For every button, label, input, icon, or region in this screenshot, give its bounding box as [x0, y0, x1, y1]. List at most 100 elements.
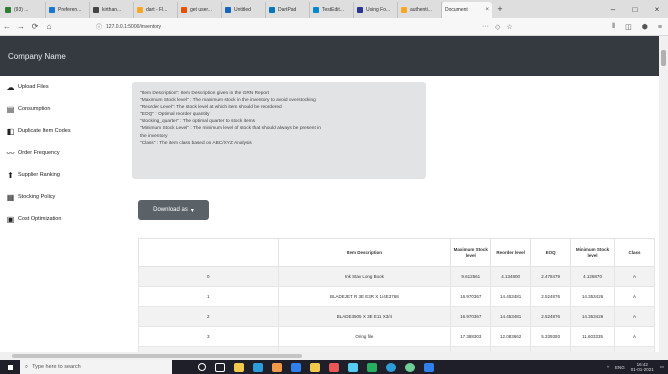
table-row: 1 BLADEJET R 3E E3R X 1/4E3768 16.970367 14…	[138, 286, 655, 307]
tab-favicon-icon	[225, 7, 231, 13]
brand-name[interactable]: Company Name	[8, 52, 66, 61]
browser-tab[interactable]: dart - Fl...	[134, 2, 178, 18]
tab-label: get user...	[190, 7, 212, 13]
browser-tab[interactable]: get user...	[178, 2, 222, 18]
column-header[interactable]: Class	[614, 238, 655, 267]
chrome-icon[interactable]	[386, 362, 396, 372]
browser-tab[interactable]: Using Fo...	[354, 2, 398, 18]
table-cell: 4.134800	[490, 266, 532, 287]
browser-tab[interactable]: kirthan...	[90, 2, 134, 18]
table-cell: 12.083662	[490, 326, 532, 347]
url-text: 127.0.0.1:5000/inventory	[106, 23, 162, 30]
info-line: "Maximum Stock level" : The maximum stoc…	[140, 98, 316, 104]
browser-tab[interactable]: (93) ...	[2, 2, 46, 18]
forward-icon[interactable]: →	[14, 22, 28, 31]
file-explorer-icon[interactable]	[234, 362, 244, 372]
cortana-icon[interactable]	[198, 363, 206, 371]
store-icon[interactable]	[253, 362, 263, 372]
spreadsheet-icon[interactable]	[367, 362, 377, 372]
table-cell: BLADE3505 X 3E E11 X3/4	[277, 306, 452, 327]
extension-icon[interactable]: ⬢	[642, 23, 648, 31]
table-row: 2 BLADE3505 X 3E E11 X3/4 16.970367 14.4534…	[138, 306, 655, 327]
column-header[interactable]: EOQ	[530, 238, 572, 267]
scrollbar-thumb[interactable]	[12, 354, 302, 358]
vertical-scrollbar[interactable]	[659, 36, 668, 360]
taskbar-search[interactable]: ⌕ Type here to search	[20, 360, 172, 374]
app-icon[interactable]	[329, 362, 339, 372]
tab-label: DartPad	[278, 7, 297, 13]
tab-close-icon[interactable]: ×	[485, 7, 489, 13]
notification-icon[interactable]: ▭	[660, 364, 664, 370]
back-icon[interactable]: ←	[0, 22, 14, 31]
vscode-icon[interactable]	[291, 362, 301, 372]
browser-tab[interactable]: Untitled	[222, 2, 266, 18]
column-header[interactable]	[138, 238, 279, 267]
tab-label: Using Fo...	[366, 7, 391, 13]
browser-icon[interactable]	[405, 362, 415, 372]
browser-tab[interactable]: DartPad	[266, 2, 310, 18]
download-as-button[interactable]: Download as ▾	[138, 200, 209, 220]
windows-taskbar: ⌕ Type here to search ^ ENG 16:42 01-01-…	[0, 360, 668, 374]
tab-label: Document	[445, 7, 468, 13]
column-header[interactable]: Maximum Stock level	[450, 238, 492, 267]
new-tab-button[interactable]: +	[492, 4, 508, 14]
minimize-button[interactable]: –	[602, 0, 624, 18]
language-indicator[interactable]: ENG	[615, 365, 625, 370]
line-chart-icon: 〰	[6, 148, 15, 158]
library-icon[interactable]: ⫴	[612, 23, 615, 31]
table-cell: 14.353426	[570, 306, 616, 327]
address-bar[interactable]: ⓘ 127.0.0.1:5000/inventory	[96, 20, 476, 33]
pocket-icon[interactable]: ◇	[495, 23, 500, 31]
sidebar-toggle-icon[interactable]: ◫	[625, 23, 632, 31]
sidebar-item-label: Upload Files	[18, 84, 49, 90]
tray-up-arrow-icon[interactable]: ^	[607, 365, 609, 370]
tab-favicon-icon	[269, 7, 275, 13]
table-cell: 14.453481	[490, 286, 532, 307]
editor-icon[interactable]	[424, 362, 434, 372]
table-cell: 11.603335	[570, 326, 616, 347]
tab-favicon-icon	[93, 7, 99, 13]
firefox-icon[interactable]	[272, 362, 282, 372]
sidebar-item-supplier-ranking[interactable]: ⬆ Supplier Ranking	[0, 164, 110, 186]
column-description-box: "Item Description": Item Description giv…	[132, 82, 426, 179]
mail-icon[interactable]	[348, 362, 358, 372]
tab-favicon-icon	[401, 7, 407, 13]
sidebar-item-cost-optimization[interactable]: ▣ Cost Optimization	[0, 208, 110, 230]
sidebar-item-order-frequency[interactable]: 〰 Order Frequency	[0, 142, 110, 164]
browser-tab-active[interactable]: Document ×	[442, 2, 492, 18]
scrollbar-thumb[interactable]	[661, 50, 666, 66]
task-view-icon[interactable]	[215, 362, 225, 372]
start-button[interactable]	[0, 360, 20, 374]
home-icon[interactable]: ⌂	[42, 22, 56, 31]
column-header[interactable]: Item Description	[277, 238, 452, 267]
caret-down-icon: ▾	[190, 207, 194, 214]
page-info-icon[interactable]: ⓘ	[96, 22, 102, 31]
table-cell: Oring file	[277, 326, 452, 347]
clock-date: 01-01-2021	[630, 367, 654, 372]
menu-icon[interactable]: ≡	[658, 24, 662, 31]
sidebar-item-stocking-policy[interactable]: ▦ Stocking Policy	[0, 186, 110, 208]
sidebar-item-duplicate-item-codes[interactable]: ◧ Duplicate Item Codes	[0, 120, 110, 142]
table-cell: 1	[138, 286, 279, 307]
clock[interactable]: 16:42 01-01-2021	[631, 362, 654, 372]
column-header[interactable]: Reorder level	[490, 238, 532, 267]
app-header: Company Name	[0, 36, 668, 76]
maximize-button[interactable]: □	[624, 0, 646, 18]
horizontal-scrollbar[interactable]	[0, 352, 659, 360]
bookmark-star-icon[interactable]: ☆	[506, 23, 512, 31]
tab-label: (93) ...	[14, 7, 29, 13]
page-actions-icon[interactable]: ···	[482, 23, 489, 31]
browser-tab[interactable]: TestEdit...	[310, 2, 354, 18]
inventory-table: Item Description Maximum Stock level Reord…	[138, 238, 655, 360]
reload-icon[interactable]: ⟳	[28, 22, 42, 31]
close-window-button[interactable]: ×	[646, 0, 668, 18]
browser-tab-strip: (93) ... Preferen... kirthan... dart - Fl..…	[0, 0, 668, 18]
sidebar-item-consumption[interactable]: ▤ Consumption	[0, 98, 110, 120]
column-header[interactable]: Minimum Stock level	[570, 238, 616, 267]
sidebar-item-label: Consumption	[18, 106, 51, 112]
browser-tab[interactable]: authenti...	[398, 2, 442, 18]
browser-tab[interactable]: Preferen...	[46, 2, 90, 18]
python-icon[interactable]	[310, 362, 320, 372]
sidebar-item-upload-files[interactable]: ☁ Upload Files	[0, 76, 110, 98]
system-tray: ^ ENG 16:42 01-01-2021 ▭	[607, 360, 664, 374]
